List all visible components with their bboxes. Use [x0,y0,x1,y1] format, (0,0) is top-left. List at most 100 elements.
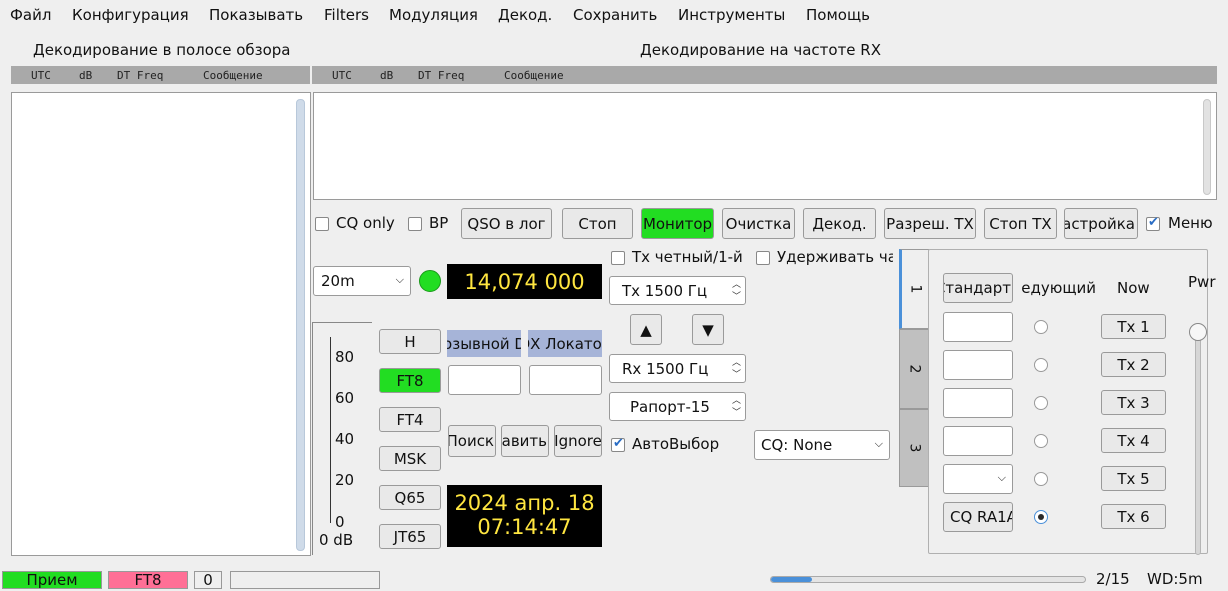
stop-tx-button[interactable]: Стоп TX [984,208,1057,239]
meter-unit: 0 dB [319,531,354,549]
mode-msk-button[interactable]: MSK [379,446,441,471]
menus-label: Меню [1168,214,1213,232]
mode-jt65-button[interactable]: JT65 [379,524,441,549]
tx2-now-button[interactable]: Tx 2 [1101,352,1166,377]
add-button[interactable]: Добавить [501,425,549,457]
tab-1[interactable]: 1 [899,249,929,329]
mode-ft4-button[interactable]: FT4 [379,407,441,432]
menu-mode[interactable]: Модуляция [389,6,478,24]
tx-even-label: Тх четный/1-й [632,248,743,266]
menu-file[interactable]: Файл [10,6,51,24]
tx3-now-button[interactable]: Tx 3 [1101,390,1166,415]
tx4-message-input[interactable] [943,426,1013,456]
stop-button[interactable]: Стоп [562,208,633,239]
tx6-now-button[interactable]: Tx 6 [1101,504,1166,529]
tx6-message-button[interactable]: CQ RA1AAA [943,502,1013,532]
mode-q65-button[interactable]: Q65 [379,485,441,510]
dx-grid-header: DX Локатор [528,330,602,357]
wd-label: WD:5m [1147,570,1203,588]
count-status: 0 [194,571,222,589]
mode-ft8-button[interactable]: FT8 [379,368,441,393]
tx-even-checkbox[interactable] [611,251,625,265]
rx-frequency-pane[interactable] [313,92,1217,200]
tx3-message-input[interactable] [943,388,1013,418]
pwr-slider-handle[interactable] [1189,323,1207,341]
band-activity-header: UTC dB DT Freq Сообщение [11,66,310,84]
cq-select[interactable]: CQ: None ⌵ [754,430,890,460]
pwr-label: Pwr [1188,273,1216,291]
tx-to-rx-up-button[interactable]: ▲ [630,314,662,345]
tune-button[interactable]: Настройка [1064,208,1138,239]
band-activity-scrollbar[interactable] [296,99,305,551]
pwr-slider-track[interactable] [1195,325,1201,555]
menu-view[interactable]: Показывать [209,6,303,24]
mode-h-button[interactable]: H [379,329,441,354]
log-qso-button[interactable]: QSO в лог [461,208,552,239]
menu-save[interactable]: Сохранить [573,6,657,24]
band-activity-pane[interactable] [11,92,311,556]
bp-checkbox[interactable] [408,217,422,231]
menu-tools[interactable]: Инструменты [678,6,785,24]
cq-only-label: CQ only [336,214,395,232]
tx-frequency-spinner[interactable]: Tx 1500 Гц ︿ ﹀ [609,276,746,305]
rx-frequency-title: Декодирование на частоте RX [640,41,882,59]
datetime-display: 2024 апр. 18 07:14:47 [447,485,602,547]
tx1-message-input[interactable] [943,312,1013,342]
band-select[interactable]: 20m ⌵ [313,266,411,296]
tab-3[interactable]: 3 [899,409,929,487]
menu-filters[interactable]: Filters [324,6,369,24]
next-tx3-radio[interactable] [1034,396,1048,410]
standard-button[interactable]: Стандарт [943,273,1013,303]
dx-call-header: Позывной DX [447,330,521,357]
menu-help[interactable]: Помощь [806,6,870,24]
rx-frequency-scrollbar[interactable] [1203,99,1211,195]
decode-button[interactable]: Декод. [803,208,876,239]
col-db: dB [380,69,394,82]
time-text: 07:14:47 [477,515,572,539]
auto-seq-checkbox[interactable] [611,436,625,452]
next-tx2-radio[interactable] [1034,358,1048,372]
next-tx6-radio[interactable] [1034,510,1048,524]
next-label: Следующий [1020,279,1096,297]
tx5-now-button[interactable]: Tx 5 [1101,466,1166,491]
spin-arrows-icon: ︿ ﹀ [731,358,741,380]
dx-grid-input[interactable] [529,365,602,395]
col-message: Сообщение [504,69,564,82]
frequency-display: 14,074 000 [447,264,602,299]
tx2-message-input[interactable] [943,350,1013,380]
next-tx1-radio[interactable] [1034,320,1048,334]
rx-frequency-spinner[interactable]: Rx 1500 Гц ︿ ﹀ [609,354,746,383]
hold-tx-checkbox[interactable] [756,251,770,265]
bp-label: BP [429,214,449,232]
report-spinner[interactable]: Рапорт-15 ︿ ﹀ [609,392,746,421]
next-tx5-radio[interactable] [1034,472,1048,486]
menus-checkbox[interactable] [1146,215,1160,231]
receiving-status: Прием [2,571,102,589]
rx-to-tx-down-button[interactable]: ▼ [692,314,724,345]
enable-tx-button[interactable]: Разреш. TX [884,208,976,239]
tx4-now-button[interactable]: Tx 4 [1101,428,1166,453]
chevron-down-icon: ⌵ [395,273,404,286]
ignore-button[interactable]: Ignore [554,425,602,457]
monitor-button[interactable]: Монитор [641,208,714,239]
meter-tick: 20 [335,471,355,489]
menu-decode[interactable]: Декод. [498,6,552,24]
erase-button[interactable]: Очистка [722,208,795,239]
date-text: 2024 апр. 18 [454,491,595,515]
meter-tick: 40 [335,430,355,448]
rx-frequency-header: UTC dB DT Freq Сообщение [312,66,1217,84]
tx5-message-select[interactable]: ⌵ [943,464,1013,494]
auto-seq-label: АвтоВыбор [632,435,720,453]
dx-call-input[interactable] [448,365,521,395]
band-value: 20m [321,272,355,290]
col-utc: UTC [332,69,352,82]
menu-configuration[interactable]: Конфигурация [72,6,189,24]
lookup-button[interactable]: Поиск [448,425,496,457]
tab-2[interactable]: 2 [899,329,929,409]
meter-tick: 60 [335,389,355,407]
tx1-now-button[interactable]: Tx 1 [1101,314,1166,339]
hold-tx-label: Удерживать частоту TX [777,248,893,266]
next-tx4-radio[interactable] [1034,434,1048,448]
cq-only-checkbox[interactable] [315,217,329,231]
transmit-progress-bar [770,576,1086,583]
